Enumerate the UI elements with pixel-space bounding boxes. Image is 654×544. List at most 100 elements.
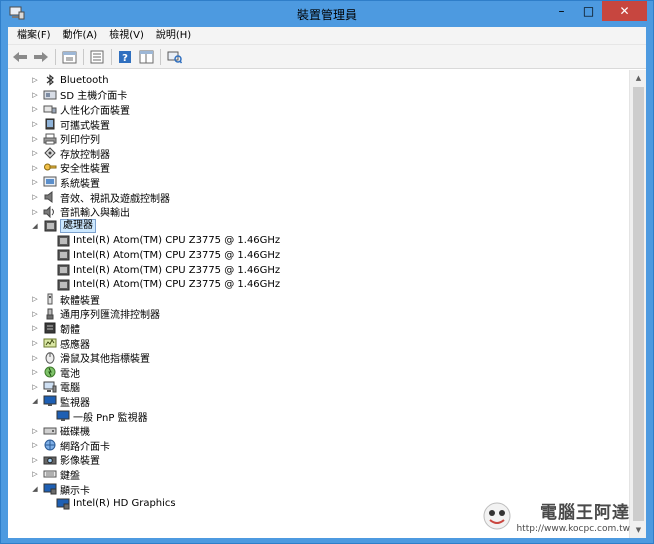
- expand-arrow-icon[interactable]: ▷: [30, 119, 40, 129]
- tree-item[interactable]: ▷ 韌體: [30, 321, 80, 336]
- menu-file[interactable]: 檔案(F): [11, 27, 57, 45]
- monitor-icon: [43, 395, 57, 407]
- forward-arrow-icon[interactable]: [32, 48, 50, 66]
- software-device-icon: [43, 293, 57, 305]
- window-frame: 裝置管理員 – □ ✕ 檔案(F) 動作(A) 檢視(V) 說明(H) ? ▷ …: [0, 0, 654, 544]
- title-bar[interactable]: 裝置管理員 – □ ✕: [1, 1, 653, 27]
- tree-item[interactable]: ▷ 列印佇列: [30, 131, 100, 146]
- expand-arrow-icon[interactable]: ▷: [30, 90, 40, 100]
- expand-arrow-icon[interactable]: ▷: [30, 440, 40, 450]
- expand-arrow-icon[interactable]: ▷: [30, 75, 40, 85]
- menu-help[interactable]: 說明(H): [150, 27, 197, 45]
- menu-bar: 檔案(F) 動作(A) 檢視(V) 說明(H): [8, 27, 646, 45]
- tree-item[interactable]: ▷ 軟體裝置: [30, 292, 100, 307]
- properties-icon[interactable]: [60, 48, 78, 66]
- list-icon[interactable]: [88, 48, 106, 66]
- tree-item[interactable]: ◢ 監視器: [30, 394, 90, 409]
- tree-item-label: 影像裝置: [60, 456, 100, 468]
- tree-item[interactable]: ▷ 滑鼠及其他指標裝置: [30, 350, 150, 365]
- close-button[interactable]: ✕: [602, 1, 647, 21]
- help-icon[interactable]: ?: [116, 48, 134, 66]
- scroll-up-button[interactable]: ▲: [630, 70, 647, 86]
- sd-host-icon: [43, 89, 57, 101]
- tree-item[interactable]: ▷ SD 主機介面卡: [30, 88, 128, 103]
- expand-arrow-icon[interactable]: ▷: [30, 469, 40, 479]
- watermark-title: 電腦王阿達: [540, 503, 630, 523]
- tree-item[interactable]: 一般 PnP 監視器: [56, 409, 148, 424]
- expand-arrow-icon[interactable]: ▷: [30, 207, 40, 217]
- tree-item-label: 韌體: [60, 324, 80, 336]
- expand-arrow-icon[interactable]: ▷: [30, 148, 40, 158]
- tree-item[interactable]: ▷ 可攜式裝置: [30, 117, 110, 132]
- tree-item-label: 安全性裝置: [60, 164, 110, 176]
- tree-item[interactable]: ▷ 鍵盤: [30, 467, 80, 482]
- tree-item[interactable]: Intel(R) Atom(TM) CPU Z3775 @ 1.46GHz: [56, 263, 280, 278]
- expand-arrow-icon[interactable]: ▷: [30, 192, 40, 202]
- tree-item[interactable]: Intel(R) Atom(TM) CPU Z3775 @ 1.46GHz: [56, 248, 280, 263]
- minimize-button[interactable]: –: [548, 1, 575, 21]
- expand-arrow-icon[interactable]: ▷: [30, 382, 40, 392]
- tree-item[interactable]: Intel(R) HD Graphics: [56, 496, 176, 511]
- expand-arrow-icon[interactable]: ▷: [30, 367, 40, 377]
- tree-item[interactable]: ◢ 處理器: [30, 219, 96, 234]
- collapse-arrow-icon[interactable]: ◢: [30, 484, 40, 494]
- tree-item-label: 人性化介面裝置: [60, 105, 130, 117]
- security-key-icon: [43, 162, 57, 174]
- expand-arrow-icon[interactable]: ▷: [30, 163, 40, 173]
- tree-item[interactable]: ◢ 顯示卡: [30, 482, 90, 497]
- scroll-down-button[interactable]: ▼: [630, 522, 647, 538]
- display-adapter-icon: [43, 483, 57, 495]
- menu-view[interactable]: 檢視(V): [103, 27, 150, 45]
- battery-icon: [43, 366, 57, 378]
- tree-item[interactable]: ▷ 感應器: [30, 336, 90, 351]
- tree-item[interactable]: Intel(R) Atom(TM) CPU Z3775 @ 1.46GHz: [56, 234, 280, 249]
- tree-item[interactable]: ▷ 影像裝置: [30, 453, 100, 468]
- tree-item[interactable]: ▷ 存放控制器: [30, 146, 110, 161]
- vertical-scrollbar[interactable]: ▲ ▼: [629, 70, 646, 538]
- tree-item-label: 網路介面卡: [60, 441, 110, 453]
- expand-arrow-icon[interactable]: ▷: [30, 426, 40, 436]
- tree-item[interactable]: ▷ 音訊輸入與輸出: [30, 204, 130, 219]
- tree-item-label: 滑鼠及其他指標裝置: [60, 354, 150, 366]
- expand-arrow-icon[interactable]: ▷: [30, 338, 40, 348]
- collapse-arrow-icon[interactable]: ◢: [30, 221, 40, 231]
- tree-item[interactable]: ▷ 安全性裝置: [30, 161, 110, 176]
- toolbar-separator: [160, 48, 161, 65]
- tree-item[interactable]: ▷ 人性化介面裝置: [30, 102, 130, 117]
- expand-arrow-icon[interactable]: ▷: [30, 455, 40, 465]
- processor-icon: [43, 220, 57, 232]
- speaker-icon: [43, 191, 57, 204]
- hid-icon: [43, 103, 57, 115]
- tree-item[interactable]: ▷ 音效、視訊及遊戲控制器: [30, 190, 170, 205]
- tree-item[interactable]: ▷ 系統裝置: [30, 175, 100, 190]
- processor-icon: [56, 264, 70, 276]
- keyboard-icon: [43, 468, 57, 480]
- collapse-arrow-icon[interactable]: ◢: [30, 396, 40, 406]
- expand-arrow-icon[interactable]: ▷: [30, 134, 40, 144]
- expand-arrow-icon[interactable]: ▷: [30, 294, 40, 304]
- tree-item-label: 顯示卡: [60, 485, 90, 497]
- tree-item-label: SD 主機介面卡: [60, 91, 128, 103]
- tree-item[interactable]: Intel(R) Atom(TM) CPU Z3775 @ 1.46GHz: [56, 277, 280, 292]
- expand-arrow-icon[interactable]: ▷: [30, 353, 40, 363]
- computer-icon: [43, 381, 57, 393]
- grid-icon[interactable]: [137, 48, 155, 66]
- scroll-thumb[interactable]: [633, 87, 644, 521]
- tree-item[interactable]: ▷ 電腦: [30, 380, 80, 394]
- tree-item-label: 音訊輸入與輸出: [60, 208, 130, 220]
- expand-arrow-icon[interactable]: ▷: [30, 104, 40, 114]
- expand-arrow-icon[interactable]: ▷: [30, 177, 40, 187]
- tree-item[interactable]: ▷ 通用序列匯流排控制器: [30, 307, 160, 321]
- tree-item[interactable]: ▷ 電池: [30, 365, 80, 380]
- back-arrow-icon[interactable]: [11, 48, 29, 66]
- scan-hardware-icon[interactable]: [165, 48, 183, 66]
- tree-item[interactable]: ▷ 網路介面卡: [30, 438, 110, 453]
- device-tree[interactable]: ▷ Bluetooth ▷ SD 主機介面卡 ▷ 人性化介面裝置 ▷ 可攜式裝置 ▷ 列印佇列 ▷ 存…: [8, 70, 626, 538]
- tree-item[interactable]: ▷ 磁碟機: [30, 423, 90, 439]
- maximize-button[interactable]: □: [575, 1, 602, 21]
- expand-arrow-icon[interactable]: ▷: [30, 323, 40, 333]
- tree-item-label: 音效、視訊及遊戲控制器: [60, 193, 170, 205]
- tree-item[interactable]: ▷ Bluetooth: [30, 73, 109, 88]
- menu-action[interactable]: 動作(A): [57, 27, 104, 45]
- expand-arrow-icon[interactable]: ▷: [30, 309, 40, 319]
